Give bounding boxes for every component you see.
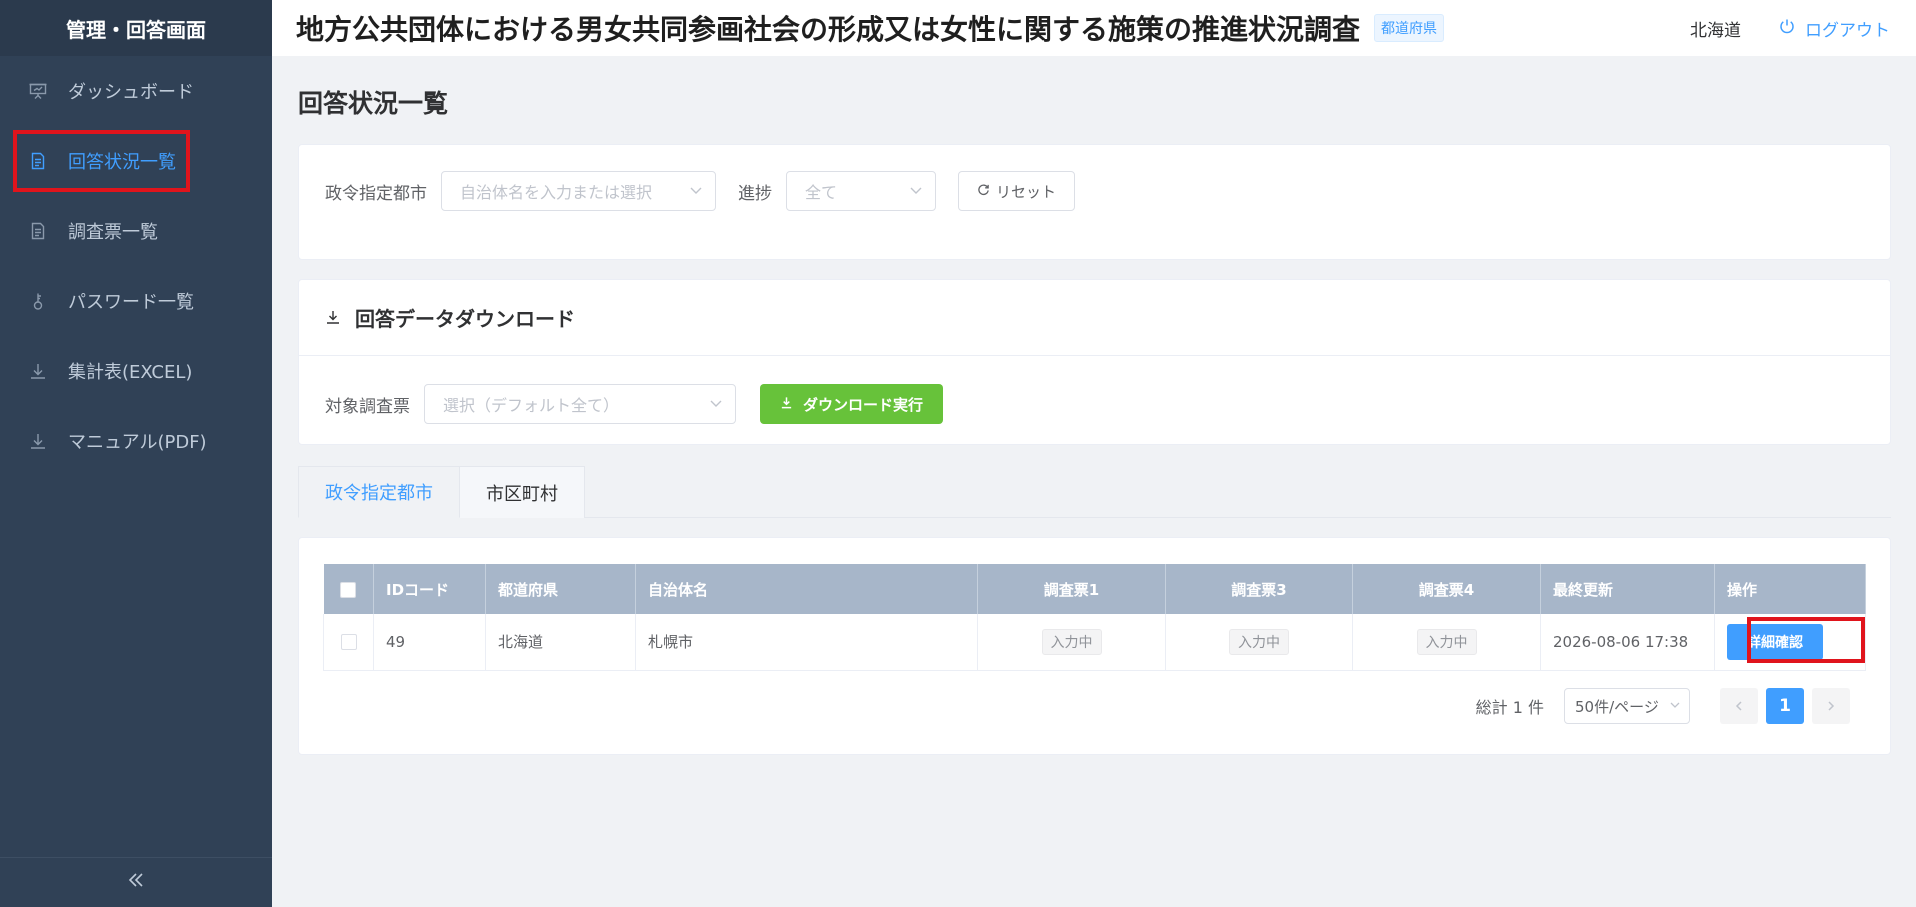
next-page-button[interactable] xyxy=(1812,688,1850,724)
reset-label: リセット xyxy=(996,182,1057,201)
header-right: 北海道 ログアウト xyxy=(1690,0,1890,56)
header-survey3[interactable]: 調査票3 xyxy=(1165,564,1353,614)
sidebar-item-label: ダッシュボード xyxy=(68,82,194,103)
progress-filter-select[interactable]: 全て xyxy=(786,171,936,211)
select-all-checkbox[interactable] xyxy=(340,581,357,598)
cell-updated: 2026-08-06 17:38 xyxy=(1540,614,1715,671)
document-icon xyxy=(28,221,48,241)
answer-status-table: IDコード 都道府県 自治体名 調査票1 調査票3 調査票4 最終更新 操作 4… xyxy=(323,564,1866,671)
city-filter-select[interactable]: 自治体名を入力または選択 xyxy=(441,171,716,211)
progress-filter-value: 全て xyxy=(805,183,838,202)
progress-filter-label: 進捗 xyxy=(738,183,772,204)
sidebar: 管理・回答画面 ダッシュボード 回答状況一覧 調査票一覧 パスワード一覧 集計表… xyxy=(0,0,272,907)
download-execute-button[interactable]: ダウンロード実行 xyxy=(760,384,944,424)
sidebar-item-label: パスワード一覧 xyxy=(68,292,194,313)
sidebar-item-excel[interactable]: 集計表(EXCEL) xyxy=(0,336,272,406)
detail-button[interactable]: 詳細確認 xyxy=(1727,623,1823,660)
table-row: 49 北海道 札幌市 入力中 入力中 入力中 2026-08-06 17:38 … xyxy=(323,614,1866,671)
chevron-down-icon xyxy=(709,395,723,414)
sidebar-collapse-button[interactable] xyxy=(0,857,272,907)
status-badge: 入力中 xyxy=(1041,628,1102,655)
download-row: 対象調査票 選択（デフォルト全て） ダウンロード実行 xyxy=(325,384,944,424)
sidebar-item-manual[interactable]: マニュアル(PDF) xyxy=(0,406,272,476)
municipality-tabs: 政令指定都市 市区町村 xyxy=(298,466,1891,518)
download-icon xyxy=(780,395,803,413)
document-icon xyxy=(28,151,48,171)
sidebar-title: 管理・回答画面 xyxy=(0,0,272,56)
chevron-right-icon xyxy=(1825,697,1837,716)
role-badge: 都道府県 xyxy=(1374,14,1445,42)
select-all-cell xyxy=(323,564,374,614)
power-icon xyxy=(1779,18,1805,39)
chevron-down-icon xyxy=(689,182,703,201)
page-title: 回答状況一覧 xyxy=(298,89,449,118)
status-badge: 入力中 xyxy=(1229,628,1289,655)
sidebar-item-label: 調査票一覧 xyxy=(68,222,158,243)
target-survey-select[interactable]: 選択（デフォルト全て） xyxy=(424,384,736,424)
sidebar-item-label: 集計表(EXCEL) xyxy=(68,362,193,383)
download-header: 回答データダウンロード xyxy=(299,280,1890,356)
target-survey-label: 対象調査票 xyxy=(325,396,410,417)
user-name: 北海道 xyxy=(1690,20,1741,41)
header-survey1[interactable]: 調査票1 xyxy=(977,564,1166,614)
chevron-down-icon xyxy=(909,182,923,201)
filter-row: 政令指定都市 自治体名を入力または選択 進捗 全て リセット xyxy=(325,171,1076,211)
header: 地方公共団体における男女共同参画社会の形成又は女性に関する施策の推進状況調査 都… xyxy=(272,0,1916,56)
presentation-icon xyxy=(28,81,48,101)
key-icon xyxy=(28,291,48,311)
cell-municipality: 札幌市 xyxy=(635,614,978,671)
prev-page-button[interactable] xyxy=(1720,688,1758,724)
header-updated[interactable]: 最終更新 xyxy=(1540,564,1715,614)
logout-button[interactable]: ログアウト xyxy=(1779,16,1890,41)
logout-label: ログアウト xyxy=(1805,20,1890,41)
page-header-title: 地方公共団体における男女共同参画社会の形成又は女性に関する施策の推進状況調査 xyxy=(296,13,1361,46)
cell-id: 49 xyxy=(373,614,486,671)
table-card: IDコード 都道府県 自治体名 調査票1 調査票3 調査票4 最終更新 操作 4… xyxy=(298,537,1891,755)
page-size-select[interactable]: 50件/ページ xyxy=(1564,688,1690,724)
header-municipality[interactable]: 自治体名 xyxy=(635,564,978,614)
chevron-down-icon xyxy=(1669,697,1681,715)
sidebar-item-survey-list[interactable]: 調査票一覧 xyxy=(0,196,272,266)
sidebar-item-label: マニュアル(PDF) xyxy=(68,432,207,453)
target-survey-placeholder: 選択（デフォルト全て） xyxy=(443,396,620,415)
table-header-row: IDコード 都道府県 自治体名 調査票1 調査票3 調査票4 最終更新 操作 xyxy=(323,564,1866,614)
download-icon xyxy=(325,306,355,330)
download-button-label: ダウンロード実行 xyxy=(803,395,924,414)
header-survey4[interactable]: 調査票4 xyxy=(1352,564,1541,614)
sidebar-item-answer-status[interactable]: 回答状況一覧 xyxy=(0,126,272,196)
city-filter-placeholder: 自治体名を入力または選択 xyxy=(460,183,653,202)
sidebar-menu: ダッシュボード 回答状況一覧 調査票一覧 パスワード一覧 集計表(EXCEL) xyxy=(0,56,272,476)
filter-card: 政令指定都市 自治体名を入力または選択 進捗 全て リセット xyxy=(298,144,1891,260)
reset-button[interactable]: リセット xyxy=(958,171,1076,211)
cell-action: 詳細確認 xyxy=(1714,614,1866,671)
main-content: 回答状況一覧 政令指定都市 自治体名を入力または選択 進捗 全て リセット 回答… xyxy=(272,56,1916,907)
refresh-icon xyxy=(977,182,996,200)
header-id[interactable]: IDコード xyxy=(373,564,486,614)
cell-survey3: 入力中 xyxy=(1165,614,1353,671)
cell-survey1: 入力中 xyxy=(977,614,1166,671)
status-badge: 入力中 xyxy=(1416,628,1477,655)
page-number-current[interactable]: 1 xyxy=(1766,688,1804,724)
download-icon xyxy=(28,431,48,451)
city-filter-label: 政令指定都市 xyxy=(325,183,427,204)
download-icon xyxy=(28,361,48,381)
tab-designated-cities[interactable]: 政令指定都市 xyxy=(298,466,460,518)
page-size-value: 50件/ページ xyxy=(1575,697,1659,716)
cell-survey4: 入力中 xyxy=(1352,614,1541,671)
sidebar-item-password-list[interactable]: パスワード一覧 xyxy=(0,266,272,336)
pagination: 総計 1 件 50件/ページ 1 xyxy=(1476,688,1854,724)
sidebar-item-label: 回答状況一覧 xyxy=(68,152,176,173)
tab-municipalities[interactable]: 市区町村 xyxy=(460,466,585,518)
row-checkbox[interactable] xyxy=(340,634,357,651)
double-chevron-left-icon xyxy=(127,870,145,895)
cell-prefecture: 北海道 xyxy=(485,614,636,671)
chevron-left-icon xyxy=(1733,697,1745,716)
download-title: 回答データダウンロード xyxy=(355,307,575,331)
download-card: 回答データダウンロード 対象調査票 選択（デフォルト全て） ダウンロード実行 xyxy=(298,279,1891,445)
header-prefecture[interactable]: 都道府県 xyxy=(485,564,636,614)
row-select-cell xyxy=(323,614,374,671)
pagination-total: 総計 1 件 xyxy=(1475,698,1544,717)
sidebar-item-dashboard[interactable]: ダッシュボード xyxy=(0,56,272,126)
header-action: 操作 xyxy=(1714,564,1866,614)
